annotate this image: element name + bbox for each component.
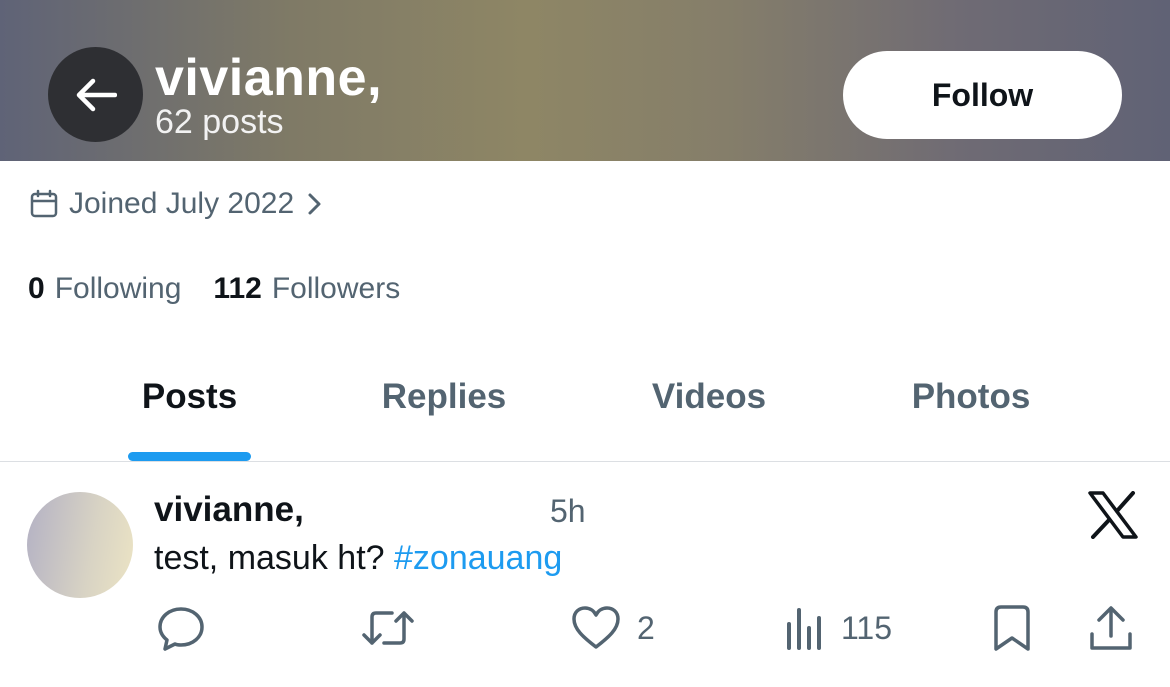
profile-tabs: Posts Replies Videos Photos	[0, 340, 1170, 462]
bookmark-icon	[994, 605, 1030, 651]
bookmark-button[interactable]	[990, 602, 1034, 654]
repost-icon	[362, 611, 414, 645]
avatar[interactable]	[27, 492, 133, 598]
views-button[interactable]: 115	[785, 602, 892, 654]
header-display-name: vivianne,	[155, 49, 383, 107]
reply-icon	[158, 607, 204, 651]
following-count: 0	[28, 272, 45, 305]
header-posts-count: 62 posts	[155, 103, 284, 141]
heart-icon	[572, 606, 620, 649]
post-hashtag-link[interactable]: #zonauang	[394, 539, 562, 577]
chevron-right-icon	[308, 193, 321, 215]
share-button[interactable]	[1088, 602, 1134, 654]
x-logo-icon	[1088, 491, 1138, 539]
following-stat[interactable]: 0 Following	[28, 272, 181, 306]
follow-button[interactable]: Follow	[843, 51, 1122, 139]
active-tab-indicator	[128, 452, 251, 461]
tab-photos[interactable]: Photos	[900, 372, 1042, 422]
tab-posts[interactable]: Posts	[128, 372, 251, 422]
tab-videos[interactable]: Videos	[640, 372, 778, 422]
profile-header: vivianne, 62 posts Follow	[0, 0, 1170, 161]
followers-stat[interactable]: 112 Followers	[213, 272, 400, 306]
like-button[interactable]: 2	[571, 602, 655, 654]
repost-button[interactable]	[360, 602, 416, 654]
followers-count: 112	[213, 272, 262, 305]
following-label: Following	[54, 272, 182, 305]
views-icon	[787, 608, 821, 650]
calendar-icon	[30, 189, 58, 218]
post-body: test, masuk ht?	[154, 539, 394, 577]
reply-button[interactable]	[157, 602, 205, 654]
like-count: 2	[637, 609, 655, 646]
followers-label: Followers	[271, 272, 401, 305]
joined-date-text: Joined July 2022	[69, 187, 295, 220]
view-count: 115	[841, 609, 893, 646]
post-author-name[interactable]: vivianne,	[154, 488, 304, 532]
share-icon	[1090, 606, 1132, 650]
post-timestamp[interactable]: 5h	[550, 490, 586, 532]
tab-replies[interactable]: Replies	[370, 372, 518, 422]
back-button[interactable]	[48, 47, 143, 142]
post-text: test, masuk ht? #zonauang	[154, 536, 562, 580]
arrow-left-icon	[76, 78, 117, 111]
joined-date-row[interactable]: Joined July 2022	[29, 184, 324, 224]
follow-stats: 0 Following 112 Followers	[28, 268, 400, 310]
